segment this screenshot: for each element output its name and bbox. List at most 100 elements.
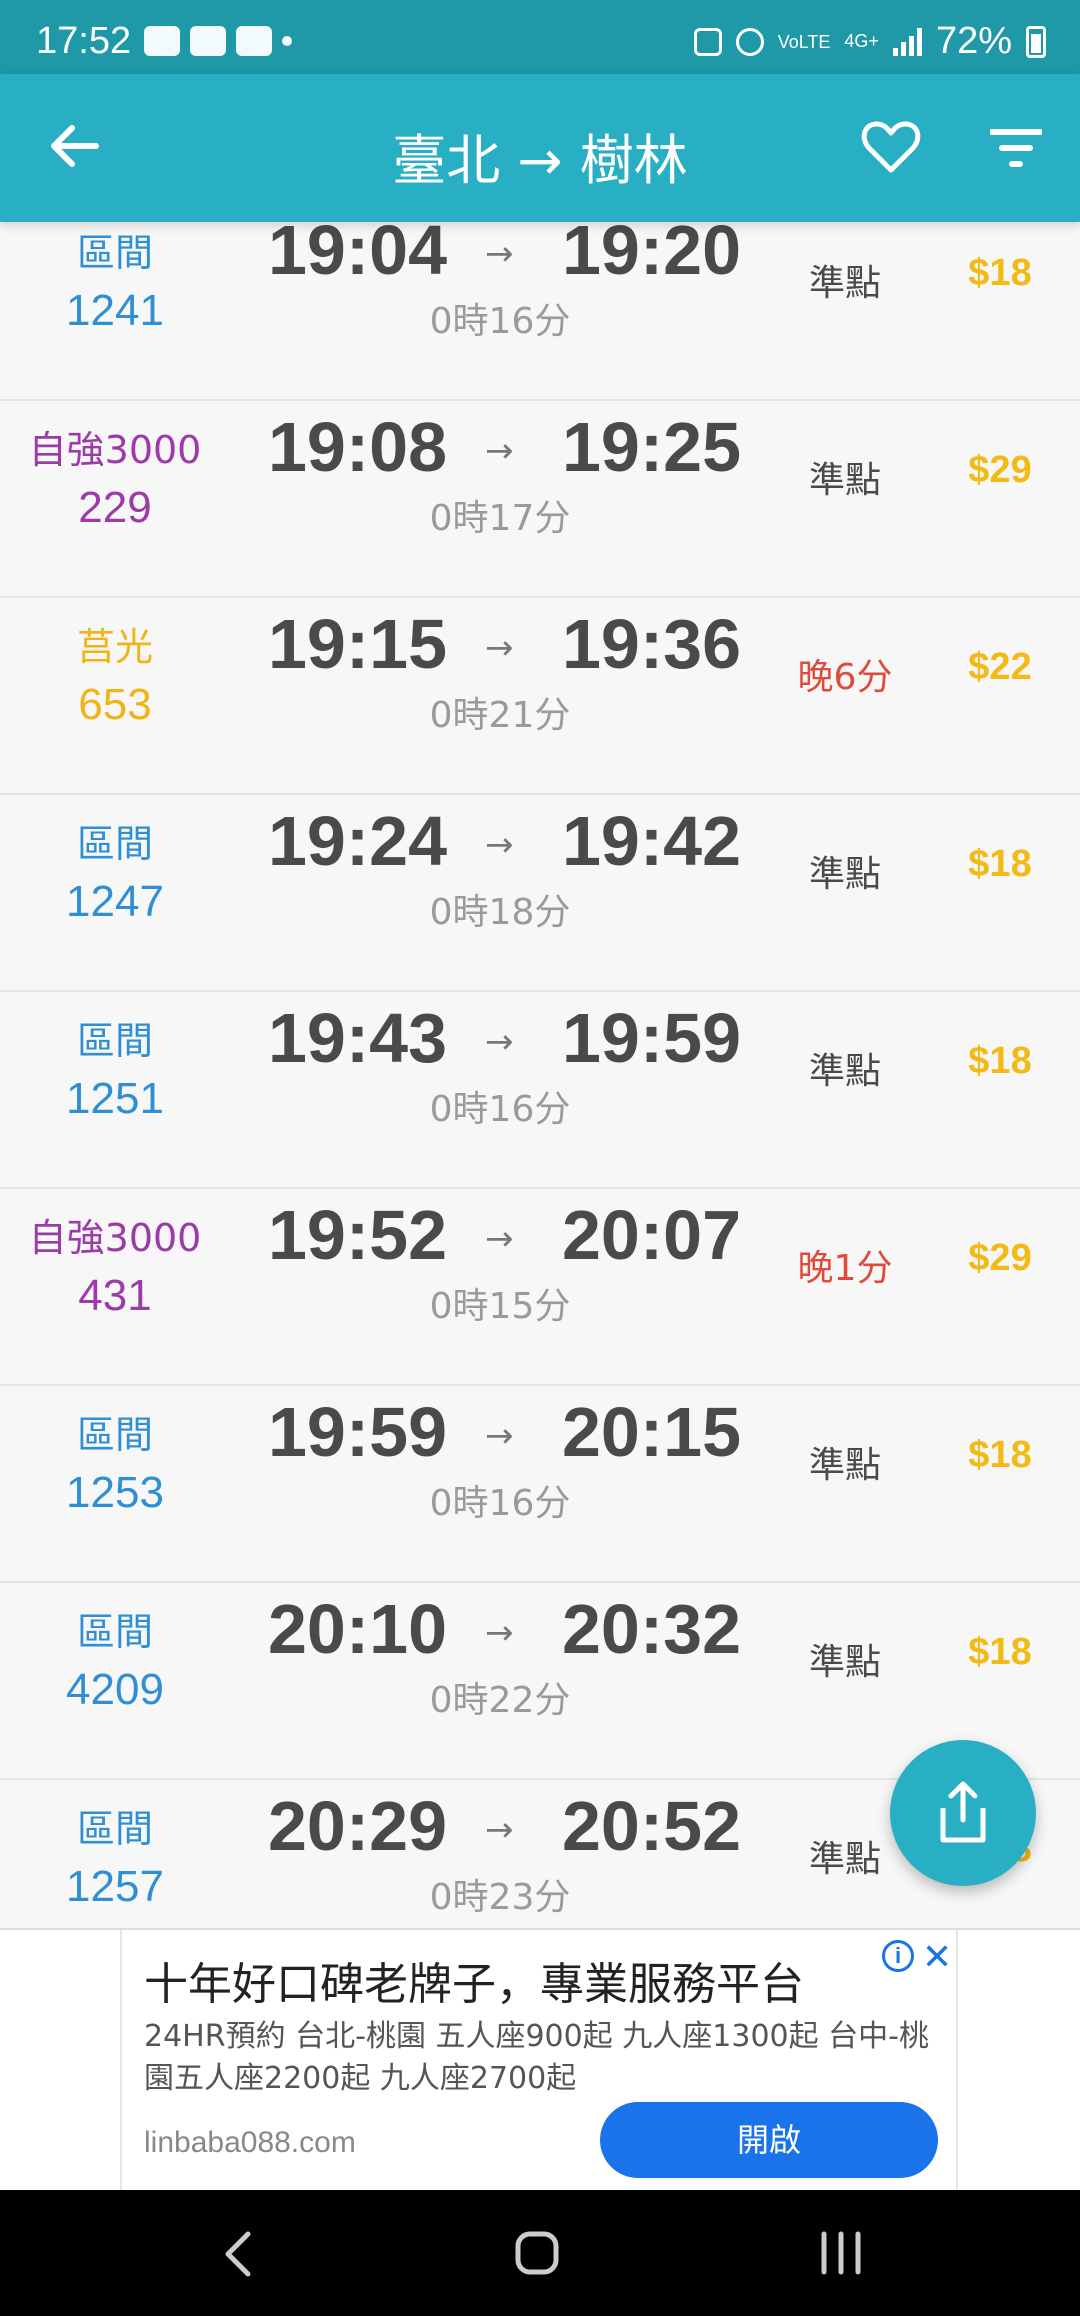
ticket-price: $29: [968, 449, 1032, 491]
trip-duration: 0時16分: [429, 1089, 571, 1130]
ad-open-button[interactable]: 開啟: [600, 2102, 938, 2178]
network-label: 4G+: [844, 31, 879, 51]
system-nav-bar: [0, 2190, 1080, 2316]
ticket-price: $29: [968, 1237, 1032, 1279]
train-number: 229: [78, 483, 152, 532]
punctuality-status: 準點: [808, 263, 881, 304]
train-row[interactable]: 區間 1253 19:59 → 20:15 0時16分 準點 $18: [0, 1386, 1080, 1583]
arrival-time: 19:20: [562, 222, 742, 289]
punctuality-status: 準點: [808, 1445, 881, 1486]
train-type: 區間: [76, 822, 153, 866]
favorite-heart-icon[interactable]: [860, 116, 922, 178]
trip-duration: 0時21分: [429, 695, 571, 736]
train-row[interactable]: 自強3000 431 19:52 → 20:07 0時15分 晚1分 $29: [0, 1189, 1080, 1386]
nav-recents-icon[interactable]: [818, 2230, 864, 2276]
ticket-price: $22: [968, 646, 1032, 688]
filter-icon[interactable]: [990, 124, 1042, 172]
ad-url: linbaba088.com: [144, 2126, 356, 2159]
punctuality-status: 準點: [808, 1051, 881, 1092]
train-row[interactable]: 區間 1247 19:24 → 19:42 0時18分 準點 $18: [0, 795, 1080, 992]
more-notifications-icon: [282, 36, 292, 46]
nav-back-icon[interactable]: [220, 2230, 256, 2278]
trip-duration: 0時22分: [429, 1680, 571, 1721]
ad-info-icon[interactable]: i: [882, 1940, 914, 1972]
ad-box[interactable]: 十年好口碑老牌子，專業服務平台 i ✕ 24HR預約 台北-桃園 五人座900起…: [120, 1930, 958, 2192]
train-row[interactable]: 區間 4209 20:10 → 20:32 0時22分 準點 $18: [0, 1583, 1080, 1780]
departure-time: 19:43: [268, 999, 448, 1077]
train-number: 1257: [66, 1862, 164, 1911]
arrival-time: 19:36: [562, 605, 742, 683]
arrival-time: 20:52: [562, 1787, 742, 1865]
departure-time: 19:52: [268, 1196, 448, 1274]
trip-duration: 0時17分: [429, 498, 571, 539]
battery-icon: [1026, 25, 1046, 58]
train-row[interactable]: 莒光 653 19:15 → 19:36 0時21分 晚6分 $22: [0, 598, 1080, 795]
battery-percent: 72%: [935, 20, 1012, 62]
ticket-price: $18: [968, 252, 1032, 294]
punctuality-status: 準點: [808, 1642, 881, 1683]
ticket-price: $18: [968, 1040, 1032, 1082]
train-type: 自強3000: [28, 428, 202, 472]
arrow-icon: →: [485, 1022, 514, 1062]
arrow-icon: →: [485, 234, 514, 274]
punctuality-status: 晚6分: [797, 657, 893, 698]
arrival-time: 20:15: [562, 1393, 742, 1471]
departure-time: 19:59: [268, 1393, 448, 1471]
trip-duration: 0時15分: [429, 1286, 571, 1327]
arrival-time: 19:25: [562, 408, 742, 486]
status-time: 17:52: [36, 20, 132, 62]
train-type: 莒光: [76, 625, 153, 669]
train-number: 1241: [66, 286, 164, 335]
punctuality-status: 準點: [808, 854, 881, 895]
train-number: 1251: [66, 1074, 164, 1123]
train-number: 431: [78, 1271, 152, 1320]
departure-time: 19:24: [268, 802, 448, 880]
ticket-price: $18: [968, 1631, 1032, 1673]
ad-body: 24HR預約 台北-桃園 五人座900起 九人座1300起 台中-桃園五人座22…: [144, 2019, 929, 2096]
departure-time: 19:15: [268, 605, 448, 683]
arrow-icon: →: [485, 431, 514, 471]
arrival-time: 20:07: [562, 1196, 742, 1274]
train-row[interactable]: 區間 1251 19:43 → 19:59 0時16分 準點 $18: [0, 992, 1080, 1189]
punctuality-status: 晚1分: [797, 1248, 893, 1289]
departure-time: 20:10: [268, 1590, 448, 1668]
train-type: 區間: [76, 1807, 153, 1851]
train-number: 4209: [66, 1665, 164, 1714]
alarm-icon: [735, 27, 764, 56]
train-type: 區間: [76, 231, 153, 275]
arrow-icon: →: [485, 628, 514, 668]
departure-time: 20:29: [268, 1787, 448, 1865]
arrow-icon: →: [485, 1219, 514, 1259]
ticket-price: $18: [968, 843, 1032, 885]
arrival-time: 19:59: [562, 999, 742, 1077]
train-number: 1247: [66, 877, 164, 926]
line-icon: [236, 26, 272, 56]
train-type: 區間: [76, 1413, 153, 1457]
notification-icons: [144, 24, 292, 58]
trip-duration: 0時23分: [429, 1877, 571, 1918]
share-icon: [940, 1781, 986, 1843]
ad-title[interactable]: 十年好口碑老牌子，專業服務平台: [144, 1948, 804, 2012]
nav-home-icon[interactable]: [514, 2230, 560, 2276]
train-number: 1253: [66, 1468, 164, 1517]
arrival-time: 20:32: [562, 1590, 742, 1668]
ad-banner[interactable]: 十年好口碑老牌子，專業服務平台 i ✕ 24HR預約 台北-桃園 五人座900起…: [0, 1928, 1080, 2192]
status-right: VoLTE 4G+ 72%: [693, 20, 1046, 63]
arrival-time: 19:42: [562, 802, 742, 880]
trip-duration: 0時18分: [429, 892, 571, 933]
arrow-icon: →: [485, 1810, 514, 1850]
train-row[interactable]: 自強3000 229 19:08 → 19:25 0時17分 準點 $29: [0, 401, 1080, 598]
train-row[interactable]: 區間 1241 19:04 → 19:20 0時16分 準點 $18: [0, 222, 1080, 401]
arrow-icon: →: [485, 825, 514, 865]
trip-duration: 0時16分: [429, 301, 571, 342]
arrow-icon: →: [485, 1416, 514, 1456]
train-list[interactable]: 區間 1241 19:04 → 19:20 0時16分 準點 $18 自強3000 229 19:0…: [0, 222, 1080, 1928]
battery-saver-icon: [693, 27, 722, 56]
departure-time: 19:08: [268, 408, 448, 486]
punctuality-status: 準點: [808, 460, 881, 501]
share-button[interactable]: [890, 1740, 1036, 1886]
ad-close-icon[interactable]: ✕: [922, 1936, 952, 1978]
train-type: 自強3000: [28, 1216, 202, 1260]
status-bar: 17:52 VoLTE 4G+ 72%: [0, 0, 1080, 74]
train-number: 653: [78, 680, 152, 729]
